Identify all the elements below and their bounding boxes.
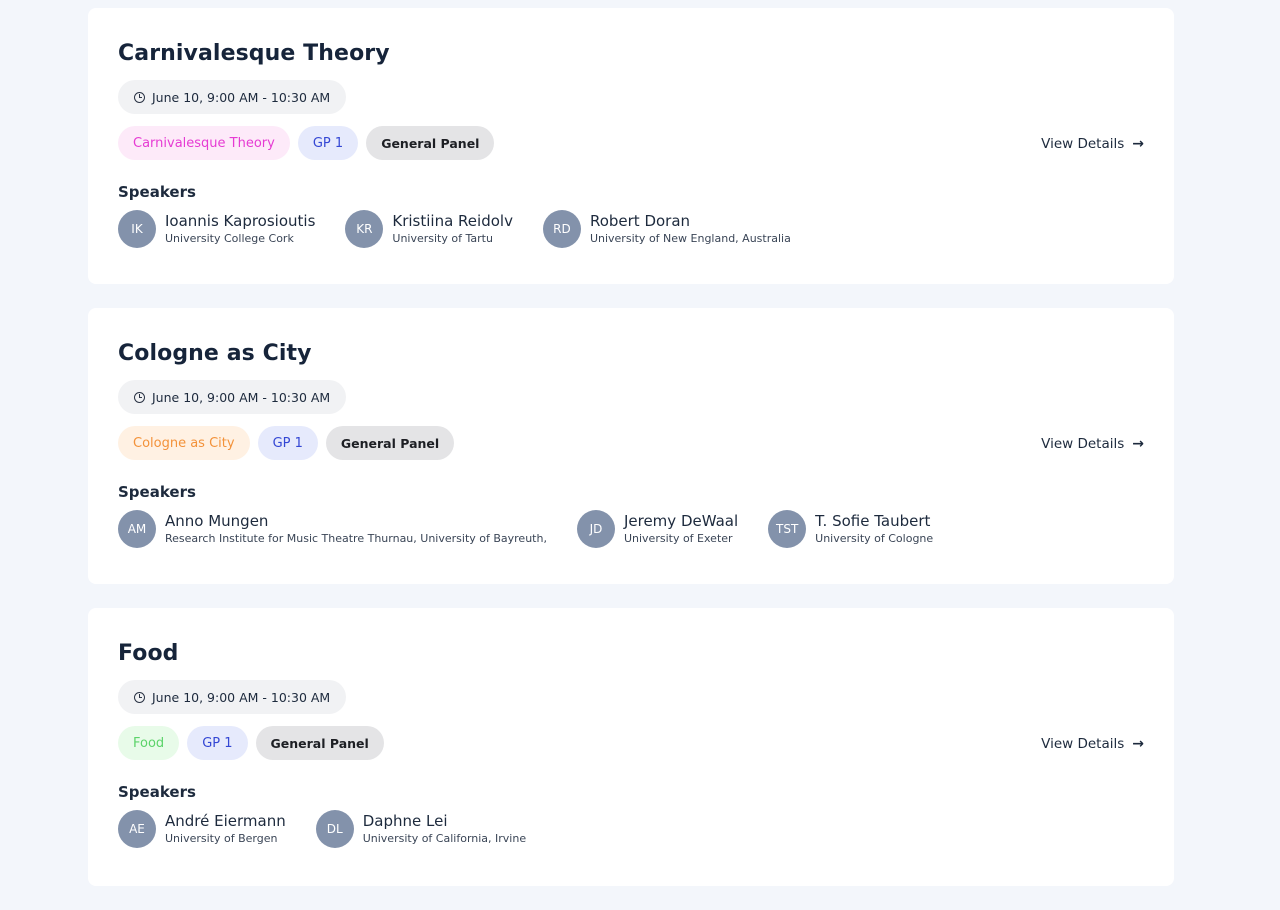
speaker-name: André Eiermann	[165, 812, 286, 830]
speaker-name: Daphne Lei	[362, 812, 448, 830]
speaker-affiliation: University of New England, Australia	[589, 232, 791, 245]
speaker-name: Anno Mungen	[165, 512, 269, 530]
view-details-label: View Details	[1041, 436, 1125, 452]
speakers-list: IK Ioannis Kaprosioutis University Colle…	[118, 210, 1144, 248]
panel-code-tag: GP 1	[297, 126, 359, 160]
session-tags: Food GP 1 General Panel	[118, 726, 1144, 760]
speaker-name: Robert Doran	[589, 212, 691, 230]
session-time: June 10, 9:00 AM - 10:30 AM	[152, 689, 331, 705]
session-card: Food June 10, 9:00 AM - 10:30 AM Food GP…	[88, 608, 1174, 886]
speaker-item: KR Kristiina Reidolv University of Tartu	[345, 210, 513, 248]
topic-tag: Carnivalesque Theory	[118, 126, 290, 160]
speaker-affiliation: University of Tartu	[392, 232, 493, 245]
speaker-affiliation: Research Institute for Music Theatre Thu…	[165, 532, 547, 545]
avatar: KR	[345, 210, 384, 248]
speaker-name: Ioannis Kaprosioutis	[165, 212, 316, 230]
session-card: Cologne as City June 10, 9:00 AM - 10:30…	[88, 308, 1174, 584]
session-title: Food	[118, 641, 179, 666]
speaker-name: T. Sofie Taubert	[815, 512, 931, 530]
speakers-list: AE André Eiermann University of Bergen D…	[118, 810, 1144, 848]
panel-type-tag: General Panel	[366, 126, 495, 160]
panel-code-tag: GP 1	[187, 726, 248, 760]
speaker-item: IK Ioannis Kaprosioutis University Colle…	[118, 210, 315, 248]
speakers-heading: Speakers	[118, 183, 196, 201]
panel-type-tag: General Panel	[325, 426, 455, 460]
session-time: June 10, 9:00 AM - 10:30 AM	[152, 389, 331, 405]
avatar: DL	[315, 810, 354, 848]
session-card: Carnivalesque Theory June 10, 9:00 AM - …	[88, 8, 1174, 284]
session-tags: Cologne as City GP 1 General Panel	[118, 426, 1144, 460]
avatar: AM	[118, 510, 156, 548]
speaker-name: Jeremy DeWaal	[623, 512, 739, 530]
avatar: IK	[118, 210, 156, 248]
session-time-chip: June 10, 9:00 AM - 10:30 AM	[118, 380, 347, 414]
avatar: RD	[542, 210, 581, 248]
session-list: Carnivalesque Theory June 10, 9:00 AM - …	[88, 8, 1174, 910]
speaker-item: JD Jeremy DeWaal University of Exeter	[576, 510, 739, 548]
session-time-chip: June 10, 9:00 AM - 10:30 AM	[118, 680, 347, 714]
speaker-name: Kristiina Reidolv	[392, 212, 513, 230]
view-details-link[interactable]: View Details →	[1041, 736, 1144, 752]
speaker-affiliation: University of Bergen	[165, 832, 278, 845]
speaker-item: RD Robert Doran University of New Englan…	[542, 210, 791, 248]
avatar: TST	[768, 510, 807, 548]
speaker-affiliation: University of California, Irvine	[362, 832, 527, 845]
speaker-item: AM Anno Mungen Research Institute for Mu…	[118, 510, 547, 548]
topic-tag: Cologne as City	[118, 426, 250, 460]
session-time-chip: June 10, 9:00 AM - 10:30 AM	[118, 80, 347, 114]
panel-code-tag: GP 1	[257, 426, 318, 460]
arrow-right-icon: →	[1132, 736, 1144, 752]
clock-icon	[134, 691, 145, 703]
session-time: June 10, 9:00 AM - 10:30 AM	[152, 89, 331, 105]
arrow-right-icon: →	[1132, 136, 1144, 152]
arrow-right-icon: →	[1132, 436, 1144, 452]
speakers-heading: Speakers	[118, 783, 196, 801]
speaker-affiliation: University of Cologne	[815, 532, 934, 545]
speaker-affiliation: University of Exeter	[623, 532, 733, 545]
clock-icon	[134, 391, 145, 403]
topic-tag: Food	[118, 726, 180, 760]
speakers-list: AM Anno Mungen Research Institute for Mu…	[118, 510, 1144, 548]
view-details-label: View Details	[1041, 136, 1125, 152]
session-tags: Carnivalesque Theory GP 1 General Panel	[118, 126, 1144, 160]
speaker-item: AE André Eiermann University of Bergen	[118, 810, 286, 848]
view-details-link[interactable]: View Details →	[1041, 136, 1144, 152]
clock-icon	[134, 91, 145, 103]
session-title: Cologne as City	[118, 341, 312, 366]
avatar: AE	[118, 810, 156, 848]
view-details-label: View Details	[1041, 736, 1125, 752]
view-details-link[interactable]: View Details →	[1041, 436, 1144, 452]
speaker-item: DL Daphne Lei University of California, …	[315, 810, 527, 848]
speakers-heading: Speakers	[118, 483, 196, 501]
session-title: Carnivalesque Theory	[118, 41, 390, 66]
avatar: JD	[576, 510, 615, 548]
panel-type-tag: General Panel	[255, 726, 384, 760]
speaker-item: TST T. Sofie Taubert University of Colog…	[768, 510, 933, 548]
speaker-affiliation: University College Cork	[165, 232, 294, 245]
